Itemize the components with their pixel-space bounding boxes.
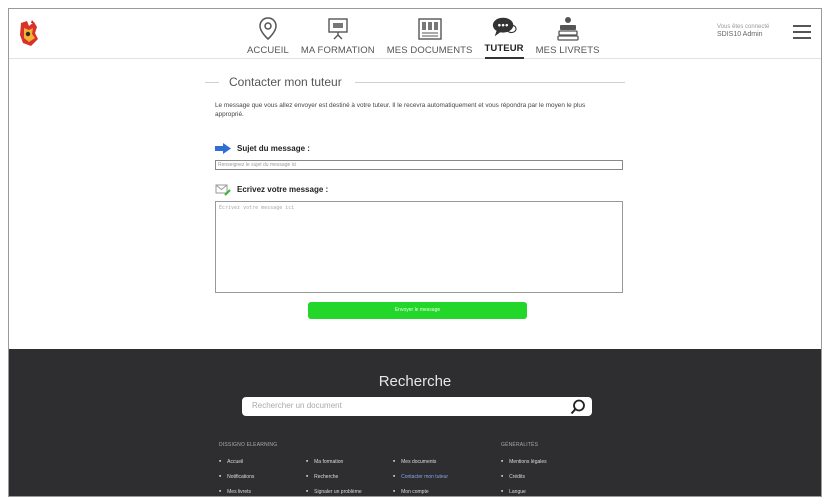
nav-ma-formation[interactable]: MA FORMATION [295,13,381,59]
user-caption: Vous êtes connecté [717,24,770,30]
presentation-board-icon [325,16,351,42]
main-nav: ACCUEIL MA FORMATION MES DOCUMENTS TUTEU… [241,13,606,59]
nav-label: MES DOCUMENTS [386,45,473,56]
footer-link-signaler[interactable]: Signaler un problème [306,489,362,495]
footer-link-credits[interactable]: Crédits [501,474,525,480]
documents-grid-icon [417,16,443,42]
nav-label: ACCUEIL [247,45,289,56]
chat-bubbles-icon [491,14,517,40]
mail-write-icon [215,183,231,196]
footer-link-ma-formation[interactable]: Ma formation [306,459,343,465]
send-message-button[interactable]: Envoyer le message [308,302,527,319]
nav-label: TUTEUR [484,43,524,59]
message-label: Ecrivez votre message : [215,183,328,196]
sdis-logo[interactable] [17,19,41,49]
nav-mes-livrets[interactable]: MES LIVRETS [530,13,606,59]
booklet-stack-icon [555,16,581,42]
footer-link-mentions[interactable]: Mentions légales [501,459,547,465]
footer-search-input[interactable]: Rechercher un document [242,397,592,416]
page-title: Contacter mon tuteur [229,75,342,89]
top-header: ACCUEIL MA FORMATION MES DOCUMENTS TUTEU… [9,9,821,59]
nav-label: MES LIVRETS [535,45,600,56]
subject-label: Sujet du message : [215,143,310,154]
footer-link-recherche[interactable]: Recherche [306,474,338,480]
hamburger-menu-icon[interactable] [793,25,811,41]
user-name: SDIS10 Admin [717,31,763,38]
footer-link-accueil[interactable]: Accueil [219,459,243,465]
footer-link-langue[interactable]: Langue [501,489,526,495]
arrow-right-icon [215,143,231,154]
footer-col-head: GÉNÉRALITÉS [501,442,539,448]
footer-link-mon-compte[interactable]: Mon compte [393,489,429,495]
footer-link-contacter[interactable]: Contacter mon tuteur [393,474,448,480]
search-icon[interactable] [570,399,586,415]
message-label-text: Ecrivez votre message : [237,185,329,194]
footer: Recherche Rechercher un document DISSIGN… [9,349,821,496]
divider [355,82,625,83]
user-info[interactable]: Vous êtes connecté SDIS10 Admin [717,23,769,39]
subject-input[interactable]: Renseignez le sujet du message ici [215,160,623,170]
footer-link-mes-livrets[interactable]: Mes livrets [219,489,251,495]
nav-mes-documents[interactable]: MES DOCUMENTS [381,13,479,59]
footer-col-head: DISSIGNO ELEARNING [219,442,278,448]
search-placeholder: Rechercher un document [252,401,342,410]
nav-tuteur[interactable]: TUTEUR [479,13,530,59]
section-header: Contacter mon tuteur [205,75,629,89]
nav-accueil[interactable]: ACCUEIL [241,13,295,59]
footer-link-mes-documents[interactable]: Mes documents [393,459,436,465]
subject-label-text: Sujet du message : [237,144,310,153]
message-textarea[interactable]: Ecrivez votre message ici [215,201,623,293]
nav-label: MA FORMATION [300,45,375,56]
footer-search-title: Recherche [378,373,452,390]
app-window: ACCUEIL MA FORMATION MES DOCUMENTS TUTEU… [8,8,822,497]
divider [205,82,219,83]
map-pin-icon [255,16,281,42]
footer-link-notifications[interactable]: Notifications [219,474,254,480]
intro-text: Le message que vous allez envoyer est de… [215,102,586,118]
